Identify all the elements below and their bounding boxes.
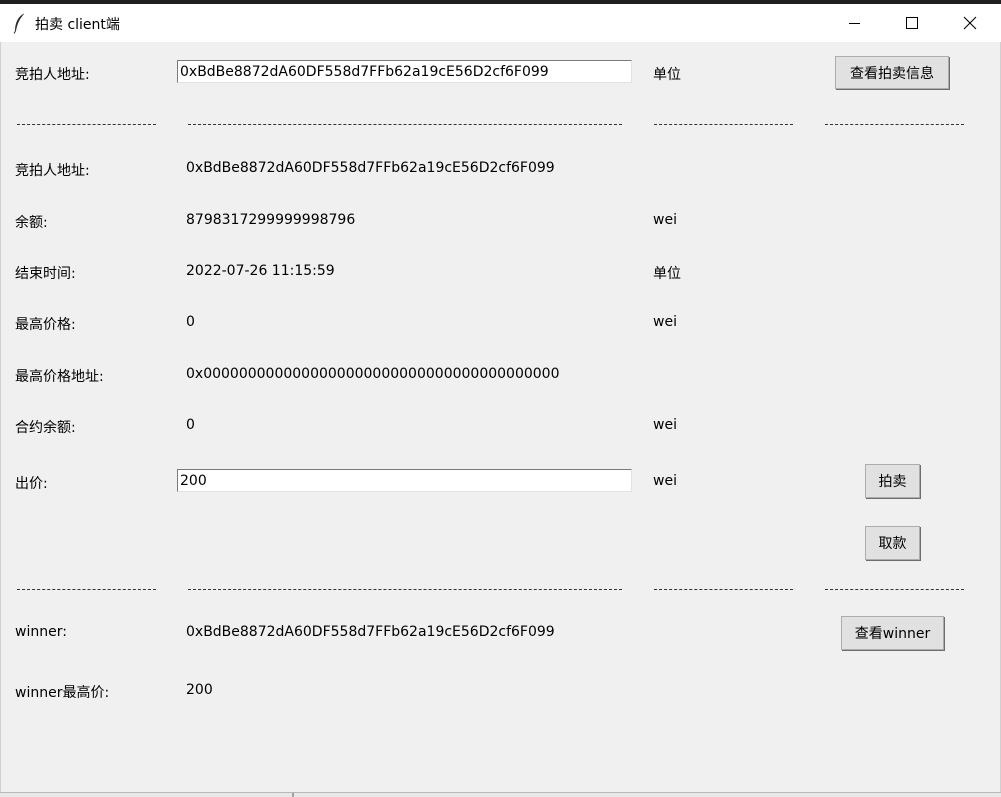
bidder-address-input[interactable] [177,60,632,83]
contract-balance-unit: wei [653,417,677,433]
close-icon [963,16,977,30]
title-bar[interactable]: 拍卖 client端 [0,4,1001,42]
separator [17,124,156,125]
bid-unit: wei [653,473,677,489]
separator [188,124,622,125]
winner-highest-price-label: winner最高价: [15,685,110,701]
minimize-icon [849,23,860,24]
balance-label: 余额: [15,215,48,231]
separator [825,124,964,125]
highest-price-label: 最高价格: [15,317,76,333]
withdraw-button[interactable]: 取款 [865,526,920,560]
window-bottom-border [0,792,1001,797]
bid-button[interactable]: 拍卖 [865,464,920,498]
highest-price-value: 0 [186,314,195,330]
info-bidder-value: 0xBdBe8872dA60DF558d7FFb62a19cE56D2cf6F0… [186,160,555,176]
winner-address-value: 0xBdBe8872dA60DF558d7FFb62a19cE56D2cf6F0… [186,624,555,640]
feather-icon [13,12,26,34]
close-button[interactable] [941,4,999,42]
separator [825,589,964,590]
end-time-value: 2022-07-26 11:15:59 [186,263,335,279]
maximize-button[interactable] [883,4,941,42]
separator [654,124,793,125]
winner-highest-price-value: 200 [186,682,213,698]
window-title: 拍卖 client端 [35,17,120,33]
maximize-icon [906,17,918,29]
winner-label: winner: [15,624,67,640]
balance-value: 8798317299999998796 [186,212,356,228]
highest-price-unit: wei [653,314,677,330]
contract-balance-value: 0 [186,417,195,433]
view-winner-button[interactable]: 查看winner [841,616,944,650]
separator [654,589,793,590]
highest-price-address-label: 最高价格地址: [15,369,104,385]
bidder-address-label: 竞拍人地址: [15,67,90,83]
bid-amount-input[interactable] [177,469,632,492]
end-time-label: 结束时间: [15,266,76,282]
highest-price-address-value: 0x00000000000000000000000000000000000000… [186,366,560,382]
balance-unit: wei [653,212,677,228]
separator [188,589,622,590]
info-bidder-label: 竞拍人地址: [15,163,90,179]
bid-label: 出价: [15,476,48,492]
minimize-button[interactable] [825,4,883,42]
unit-label: 单位 [653,67,681,83]
end-time-unit: 单位 [653,266,681,282]
separator [17,589,156,590]
client-area: 竞拍人地址: 单位 查看拍卖信息 竞拍人地址: 0xBdBe8872dA60DF… [0,42,1001,792]
contract-balance-label: 合约余额: [15,420,76,436]
view-auction-info-button[interactable]: 查看拍卖信息 [835,56,949,89]
